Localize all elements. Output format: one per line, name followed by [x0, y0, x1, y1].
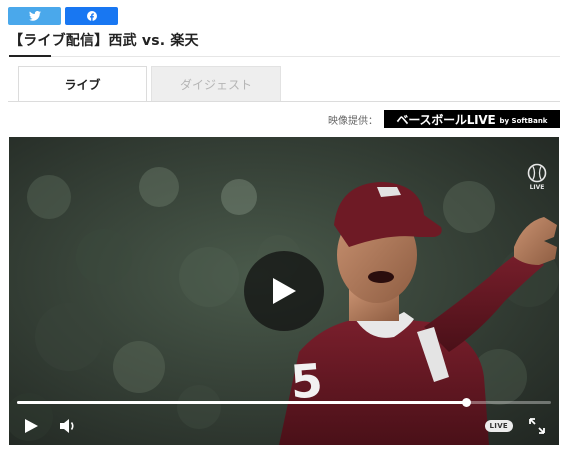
volume-icon: [60, 419, 74, 433]
facebook-icon: [86, 11, 97, 21]
baseball-icon: [527, 163, 547, 183]
title-underline: [9, 55, 51, 57]
video-tabs: ライブ ダイジェスト: [18, 66, 281, 102]
facebook-share-button[interactable]: [65, 7, 118, 25]
play-icon: [25, 419, 38, 433]
page-title: 【ライブ配信】西武 vs. 楽天: [9, 33, 199, 49]
seek-bar[interactable]: [17, 398, 551, 407]
tab-digest[interactable]: ダイジェスト: [151, 66, 281, 101]
tabs-divider: [8, 101, 560, 102]
fullscreen-button[interactable]: [529, 418, 545, 438]
seek-bar-thumb[interactable]: [461, 398, 471, 407]
share-buttons: [8, 7, 118, 25]
broadcaster-badge: LIVE: [527, 163, 547, 191]
twitter-icon: [28, 11, 41, 21]
fullscreen-icon: [529, 418, 545, 434]
provider-logo-sub: by SoftBank: [499, 116, 548, 125]
video-provider: 映像提供： ベースボールLIVE by SoftBank: [328, 110, 560, 128]
play-icon: [273, 278, 296, 304]
title-divider: [51, 56, 560, 57]
big-play-button[interactable]: [244, 251, 324, 331]
twitter-share-button[interactable]: [8, 7, 61, 25]
live-indicator[interactable]: LIVE: [484, 420, 513, 432]
provider-logo[interactable]: ベースボールLIVE by SoftBank: [384, 110, 560, 128]
broadcaster-badge-label: LIVE: [529, 184, 545, 191]
seek-bar-progress: [17, 401, 466, 404]
video-player[interactable]: 5 LIVE LIVE: [9, 137, 559, 445]
provider-logo-main: ベースボールLIVE: [396, 112, 496, 127]
play-button[interactable]: [23, 418, 39, 438]
tab-live[interactable]: ライブ: [18, 66, 147, 102]
provider-label: 映像提供：: [328, 115, 378, 127]
volume-button[interactable]: [59, 418, 77, 438]
